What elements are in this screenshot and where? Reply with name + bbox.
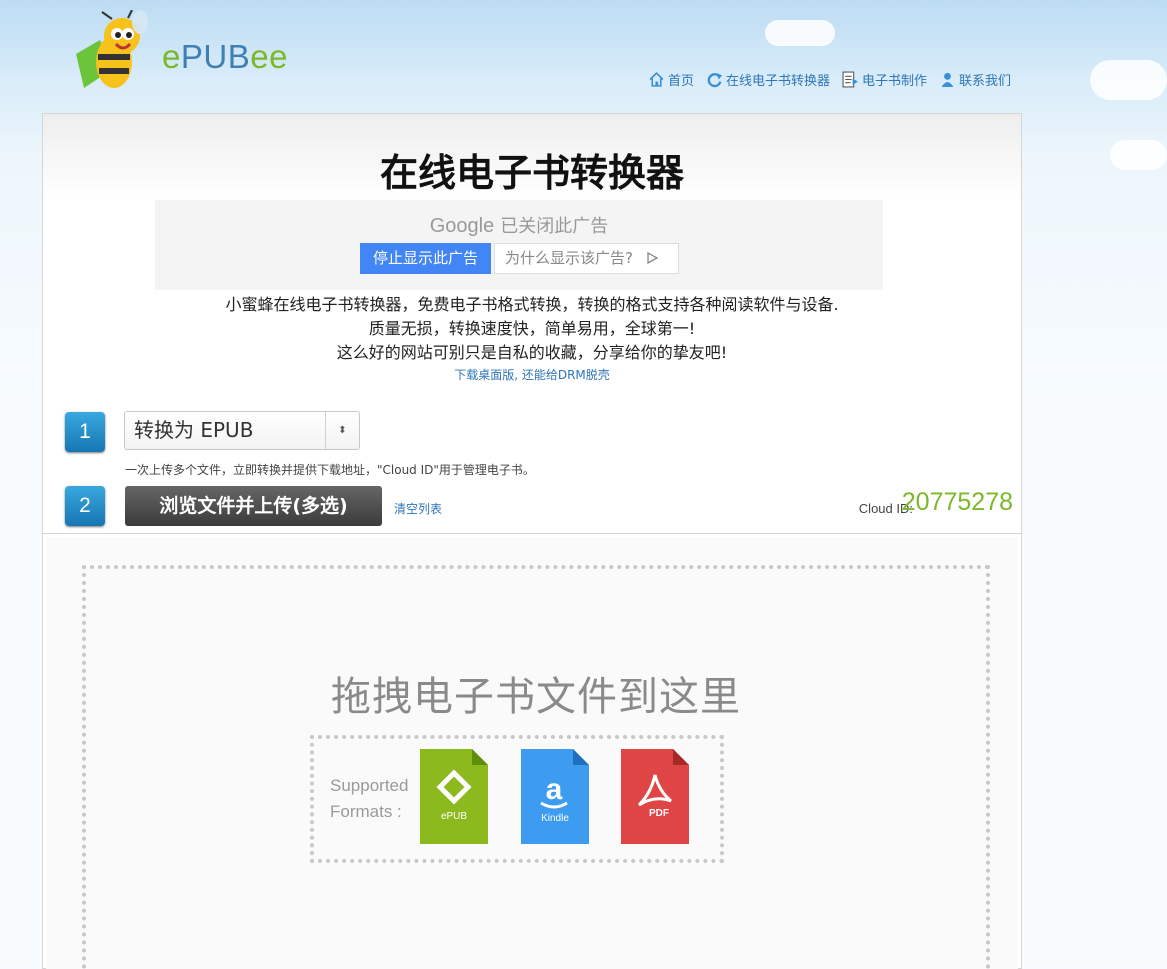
site-description: 小蜜蜂在线电子书转换器，免费电子书格式转换，转换的格式支持各种阅读软件与设备. …	[43, 293, 1021, 365]
why-ad-label: 为什么显示该广告?	[505, 249, 633, 267]
nav-label: 联系我们	[959, 73, 1012, 88]
step-1-badge: 1	[65, 412, 105, 452]
epub-format-icon: ePUB	[420, 749, 488, 844]
play-triangle-icon	[647, 251, 659, 265]
supported-formats-label: Supported Formats :	[330, 776, 409, 821]
nav-label: 首页	[668, 73, 695, 88]
file-dropzone[interactable]: 拖拽电子书文件到这里 Supported Formats : ePUB a Ki…	[82, 565, 990, 969]
description-line: 质量无损，转换速度快，简单易用，全球第一!	[368, 319, 696, 338]
logo-text: ePUBee	[162, 38, 288, 75]
dropzone-background: 拖拽电子书文件到这里 Supported Formats : ePUB a Ki…	[46, 537, 1018, 969]
kindle-format-icon: a Kindle	[521, 749, 589, 844]
google-brand: Google	[429, 215, 495, 237]
nav-home[interactable]: 首页	[648, 70, 694, 89]
step-2-badge: 2	[65, 486, 105, 526]
nav-label: 电子书制作	[862, 73, 928, 88]
kindle-label: Kindle	[541, 813, 569, 824]
nav-label: 在线电子书转换器	[726, 73, 831, 88]
closed-ad-box: Google 已关闭此广告 停止显示此广告 为什么显示该广告?	[155, 200, 883, 290]
desktop-download-link[interactable]: 下载桌面版, 还能给DRM脱壳	[43, 366, 1021, 383]
converter-panel: 在线电子书转换器 Google 已关闭此广告 停止显示此广告 为什么显示该广告? …	[42, 113, 1022, 533]
upload-hint: 一次上传多个文件，立即转换并提供下载地址，"Cloud ID"用于管理电子书。	[125, 463, 535, 477]
format-select[interactable]: 转换为 EPUB ⬍	[124, 411, 360, 450]
chevron-updown-icon: ⬍	[325, 412, 359, 449]
pdf-format-icon: PDF	[621, 749, 689, 844]
description-line: 小蜜蜂在线电子书转换器，免费电子书格式转换，转换的格式支持各种阅读软件与设备.	[225, 295, 839, 314]
description-line: 这么好的网站可别只是自私的收藏，分享给你的挚友吧!	[336, 343, 728, 362]
document-icon	[842, 71, 858, 88]
nav-ebook-maker[interactable]: 电子书制作	[842, 70, 927, 89]
cloud-id-value: 20775278	[901, 488, 1013, 516]
supported-formats-box: Supported Formats : ePUB a Kindle PDF	[310, 735, 724, 863]
epubee-logo[interactable]: ePUBee	[72, 9, 292, 96]
cloud-decoration	[1110, 140, 1167, 170]
top-nav: 首页 在线电子书转换器 电子书制作 联系我们	[648, 70, 1011, 89]
home-icon	[649, 71, 664, 87]
stop-ad-button[interactable]: 停止显示此广告	[360, 243, 491, 274]
dropzone-container: 拖拽电子书文件到这里 Supported Formats : ePUB a Ki…	[42, 533, 1022, 969]
user-icon	[941, 72, 954, 87]
bee-mascot-icon	[76, 9, 148, 88]
svg-text:a: a	[546, 773, 563, 806]
ad-closed-notice: Google 已关闭此广告	[429, 215, 609, 237]
page-title: 在线电子书转换器	[379, 151, 684, 195]
why-ad-button[interactable]: 为什么显示该广告?	[494, 243, 679, 274]
refresh-icon	[707, 73, 722, 88]
epub-label: ePUB	[441, 811, 467, 822]
clear-list-link[interactable]: 清空列表	[394, 500, 442, 517]
nav-contact[interactable]: 联系我们	[939, 70, 1011, 89]
dropzone-title: 拖拽电子书文件到这里	[331, 674, 741, 720]
pdf-label: PDF	[649, 808, 669, 819]
browse-upload-button[interactable]: 浏览文件并上传(多选)	[125, 486, 382, 526]
format-select-value: 转换为 EPUB	[134, 418, 254, 442]
nav-converter[interactable]: 在线电子书转换器	[706, 70, 830, 89]
site-header: ePUBee 首页 在线电子书转换器 电子书制作 联系我们	[0, 0, 1167, 113]
